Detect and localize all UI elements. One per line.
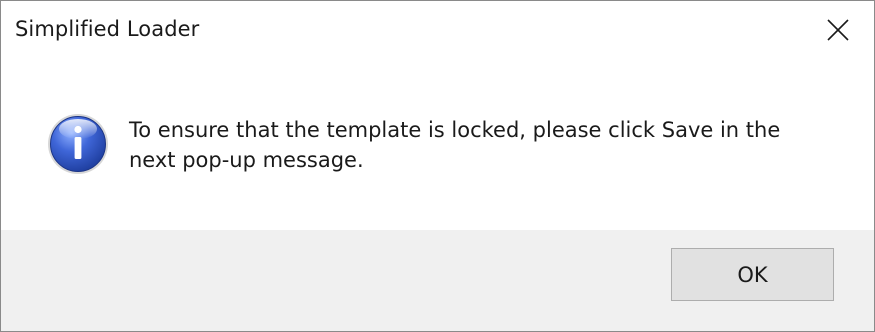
close-icon	[827, 19, 849, 41]
window-title: Simplified Loader	[15, 17, 200, 41]
close-button[interactable]	[802, 1, 874, 59]
dialog-footer: OK	[1, 230, 874, 331]
dialog-message: To ensure that the template is locked, p…	[129, 118, 781, 172]
message-dialog: Simplified Loader To ensure that the tem…	[0, 0, 875, 332]
ok-button[interactable]: OK	[671, 248, 834, 301]
dialog-content: To ensure that the template is locked, p…	[1, 63, 874, 230]
info-icon	[47, 113, 109, 175]
title-bar[interactable]: Simplified Loader	[1, 1, 874, 63]
